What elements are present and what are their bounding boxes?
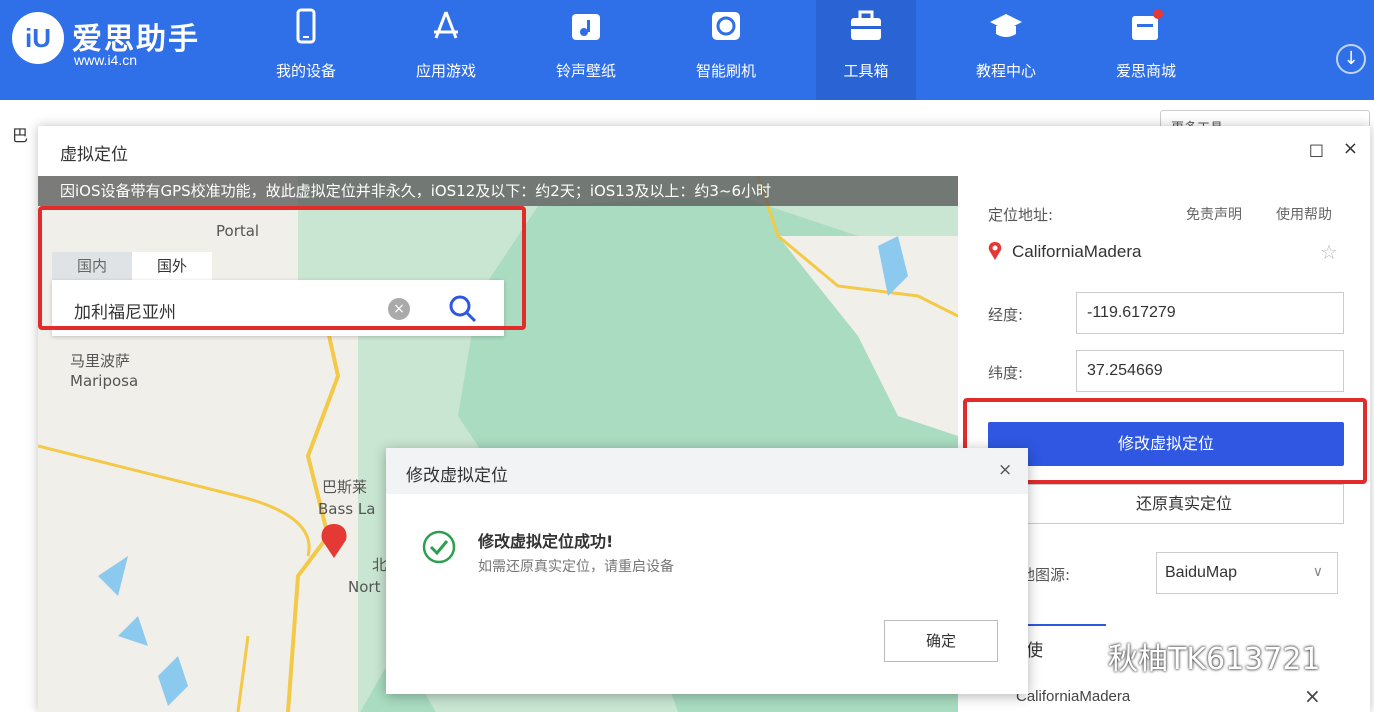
music-icon xyxy=(572,14,600,40)
wechat-icon xyxy=(1054,639,1099,671)
watermark-text: 秋柚TK613721 xyxy=(1108,642,1321,677)
longitude-field[interactable]: -119.617279 xyxy=(1076,292,1344,334)
logo: iU xyxy=(12,12,64,64)
gps-notice: 因iOS设备带有GPS校准功能，故此虚拟定位并非永久，iOS12及以下：约2天；… xyxy=(38,176,958,206)
maximize-button[interactable]: □ xyxy=(1309,140,1324,159)
nav-label: 工具箱 xyxy=(843,62,889,80)
brand-url: www.i4.cn xyxy=(74,52,138,68)
download-icon[interactable]: ↓ xyxy=(1336,44,1366,74)
appstore-icon xyxy=(434,11,458,39)
address-label: 定位地址: xyxy=(988,206,1054,224)
latitude-field[interactable]: 37.254669 xyxy=(1076,350,1344,392)
recent-location[interactable]: CaliforniaMadera xyxy=(1016,688,1130,705)
ok-button[interactable]: 确定 xyxy=(884,620,998,662)
dialog-header: 修改虚拟定位 × xyxy=(386,448,1028,494)
chevron-down-icon: ∨ xyxy=(1312,563,1323,579)
dialog-title: 修改虚拟定位 xyxy=(406,466,508,486)
highlight-box-search xyxy=(38,206,526,330)
graduation-cap-icon xyxy=(990,14,1022,37)
map-label: Mariposa xyxy=(70,372,139,390)
nav-ringtones[interactable]: 铃声壁纸 xyxy=(536,0,636,100)
dialog-sub-message: 如需还原真实定位，请重启设备 xyxy=(478,559,674,575)
latitude-label: 纬度: xyxy=(988,364,1024,382)
longitude-label: 经度: xyxy=(988,306,1024,324)
map-label: 巴斯莱 xyxy=(322,478,368,496)
remove-recent-icon[interactable]: × xyxy=(1304,684,1321,708)
help-link[interactable]: 使用帮助 xyxy=(1276,204,1332,224)
nav-label: 应用游戏 xyxy=(415,62,476,80)
disclaimer-link[interactable]: 免责声明 xyxy=(1186,204,1242,224)
window-title: 虚拟定位 xyxy=(60,145,128,165)
location-marker-icon xyxy=(988,242,1002,260)
map-source-select[interactable]: BaiduMap ∨ xyxy=(1156,552,1338,594)
nav-label: 智能刷机 xyxy=(695,62,756,80)
history-tab-underline xyxy=(1024,624,1106,626)
nav-shop[interactable]: 爱思商城 xyxy=(1096,0,1196,100)
location-pin-icon xyxy=(321,524,347,558)
history-tab[interactable]: 使 xyxy=(1026,636,1043,661)
map-source-value: BaiduMap xyxy=(1165,564,1238,581)
nav-label: 教程中心 xyxy=(975,62,1036,80)
map-label: Nort xyxy=(348,578,381,596)
shop-icon xyxy=(1132,9,1163,40)
dialog-close-button[interactable]: × xyxy=(998,460,1012,480)
nav-flash[interactable]: 智能刷机 xyxy=(676,0,776,100)
nav-apps[interactable]: 应用游戏 xyxy=(396,0,496,100)
close-button[interactable]: × xyxy=(1343,138,1358,159)
nav-label: 铃声壁纸 xyxy=(555,62,616,80)
star-icon[interactable]: ☆ xyxy=(1320,240,1338,264)
nav-my-device[interactable]: 我的设备 xyxy=(256,0,356,100)
toolbox-icon xyxy=(851,10,881,40)
nav-tutorials[interactable]: 教程中心 xyxy=(956,0,1056,100)
map-label: Bass La xyxy=(318,500,376,518)
nav-label: 我的设备 xyxy=(275,62,336,80)
refresh-icon xyxy=(712,12,740,40)
restore-location-button[interactable]: 还原真实定位 xyxy=(1024,484,1344,524)
phone-icon xyxy=(296,8,316,44)
dialog-message: 修改虚拟定位成功! xyxy=(478,532,614,551)
success-dialog: 修改虚拟定位 × 修改虚拟定位成功! 如需还原真实定位，请重启设备 确定 xyxy=(386,448,1028,694)
map-label: 北 xyxy=(372,556,388,574)
top-bar: iU 爱思助手 www.i4.cn 我的设备 应用游戏 铃声壁纸 智能刷机 工具… xyxy=(0,0,1374,100)
nav-label: 爱思商城 xyxy=(1115,62,1176,80)
check-circle-icon xyxy=(422,530,456,564)
nav-toolbox[interactable]: 工具箱 xyxy=(816,0,916,100)
background-text: 巴 xyxy=(12,126,29,145)
location-name: CaliforniaMadera xyxy=(1012,242,1142,261)
